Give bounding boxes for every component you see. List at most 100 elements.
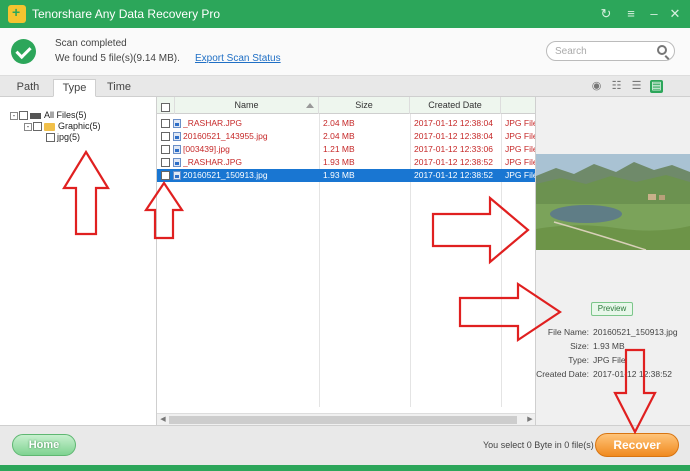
tab-time[interactable]: Time [99,79,139,97]
file-type-cell: JPG File [505,131,536,141]
row-checkbox[interactable] [161,132,170,141]
drive-icon [30,112,41,119]
column-header-name[interactable]: Name [175,97,319,114]
file-type-cell: JPG File [505,170,536,180]
scroll-left-icon[interactable]: ◀ [159,416,167,424]
file-row[interactable]: _RASHAR.JPG 1.93 MB 2017-01-12 12:38:52 JPG… [157,156,536,169]
collapse-icon[interactable]: - [24,122,32,131]
eye-icon[interactable]: ◉ [590,80,603,93]
created-date-label: Created Date: [536,369,589,379]
file-date-cell: 2017-01-12 12:38:52 [414,170,493,180]
recover-button[interactable]: Recover [595,433,679,457]
file-type-cell: JPG File [505,157,536,167]
sort-ascending-icon [306,103,314,108]
preview-panel: Preview File Name: 20160521_150913.jpg S… [536,97,690,425]
search-box [546,41,675,61]
file-type-cell: JPG File [505,118,536,128]
refresh-icon[interactable]: ↻ [597,5,615,23]
scan-status-headline: Scan completed [55,38,127,49]
select-all-header [157,97,175,114]
close-icon[interactable]: ✕ [666,5,684,23]
list-view-icon[interactable]: ☰ [630,80,643,93]
type-label: Type: [568,355,589,365]
tree-checkbox[interactable] [19,111,28,121]
app-logo-icon [8,4,26,23]
search-icon[interactable] [657,45,667,55]
image-file-icon [173,158,181,167]
collapse-icon[interactable]: - [10,111,18,120]
column-header-created-date[interactable]: Created Date [410,97,501,114]
row-checkbox[interactable] [161,158,170,167]
grid-view-icon[interactable]: ☷ [610,80,623,93]
app-title: Tenorshare Any Data Recovery Pro [32,7,221,21]
scroll-right-icon[interactable]: ▶ [526,416,534,424]
image-file-icon [173,132,181,141]
file-name-value: 20160521_150913.jpg [593,327,678,337]
file-size-cell: 1.93 MB [323,157,355,167]
tree-item-label: jpg(5) [57,132,81,142]
bottom-accent-strip [0,465,690,471]
home-button[interactable]: Home [12,434,76,456]
file-date-cell: 2017-01-12 12:38:04 [414,131,493,141]
folder-icon [44,122,55,131]
type-value: JPG File [593,355,626,365]
file-row[interactable]: [003439].jpg 1.21 MB 2017-01-12 12:33:06 JP… [157,143,536,156]
scan-status-bar: Scan completed We found 5 file(s)(9.14 M… [0,28,690,76]
file-type-tree: - All Files(5) - Graphic(5) jpg(5) [0,97,157,425]
selection-status: You select 0 Byte in 0 file(s) [483,440,594,450]
tree-item-jpg[interactable]: jpg(5) [46,131,80,143]
size-label: Size: [570,341,589,351]
file-name-cell: _RASHAR.JPG [183,157,243,167]
file-size-cell: 1.93 MB [323,170,355,180]
file-date-cell: 2017-01-12 12:38:52 [414,157,493,167]
file-name-cell: _RASHAR.JPG [183,118,243,128]
file-date-cell: 2017-01-12 12:33:06 [414,144,493,154]
file-size-cell: 2.04 MB [323,131,355,141]
scrollbar-thumb[interactable] [169,416,517,424]
tab-bar: Path Type Time ◉ ☷ ☰ ▤ [0,76,690,97]
tree-item-label: All Files(5) [44,110,87,120]
minimize-icon[interactable]: – [645,5,663,23]
tab-path[interactable]: Path [6,79,50,97]
tree-item-label: Graphic(5) [58,121,101,131]
file-name-cell: 20160521_150913.jpg [183,170,268,180]
column-header-size[interactable]: Size [319,97,410,114]
select-all-checkbox[interactable] [161,103,170,113]
file-list-header: Name Size Created Date [157,97,535,114]
file-name-cell: [003439].jpg [183,144,230,154]
file-size-cell: 1.21 MB [323,144,355,154]
menu-icon[interactable]: ≡ [622,5,640,23]
file-date-cell: 2017-01-12 12:38:04 [414,118,493,128]
search-input[interactable] [555,45,655,58]
preview-button[interactable]: Preview [591,302,633,316]
file-name-cell: 20160521_143955.jpg [183,131,268,141]
preview-image [536,154,690,250]
bottom-bar: Home You select 0 Byte in 0 file(s) Reco… [0,425,690,465]
horizontal-scrollbar[interactable]: ◀ ▶ [157,413,535,425]
image-file-icon [173,171,181,180]
column-header-label: Name [234,100,259,110]
size-value: 1.93 MB [593,341,625,351]
file-type-cell: JPG File [505,144,536,154]
file-row[interactable]: 20160521_143955.jpg 2.04 MB 2017-01-12 12:… [157,130,536,143]
created-date-value: 2017-01-12 12:38:52 [593,369,672,379]
row-checkbox[interactable] [161,145,170,154]
row-checkbox[interactable] [161,119,170,128]
column-header-type[interactable] [501,97,535,114]
checkmark-icon [11,39,36,64]
file-name-label: File Name: [547,327,589,337]
file-size-cell: 2.04 MB [323,118,355,128]
detail-view-icon[interactable]: ▤ [650,80,663,93]
row-checkbox[interactable] [161,171,170,180]
file-row[interactable]: 20160521_150913.jpg 1.93 MB 2017-01-12 12:… [157,169,536,182]
tree-checkbox[interactable] [46,133,55,143]
tree-checkbox[interactable] [33,122,42,132]
file-list: Name Size Created Date _RASHAR.JPG 2.04 M… [157,97,536,425]
tab-type[interactable]: Type [53,79,96,97]
app-window: Tenorshare Any Data Recovery Pro ↻ ≡ – ✕… [0,0,690,471]
scan-result-summary: We found 5 file(s)(9.14 MB). [55,53,180,64]
title-bar: Tenorshare Any Data Recovery Pro ↻ ≡ – ✕ [0,0,690,28]
image-file-icon [173,119,181,128]
export-scan-status-link[interactable]: Export Scan Status [195,53,281,64]
file-row[interactable]: _RASHAR.JPG 2.04 MB 2017-01-12 12:38:04 JPG… [157,117,536,130]
